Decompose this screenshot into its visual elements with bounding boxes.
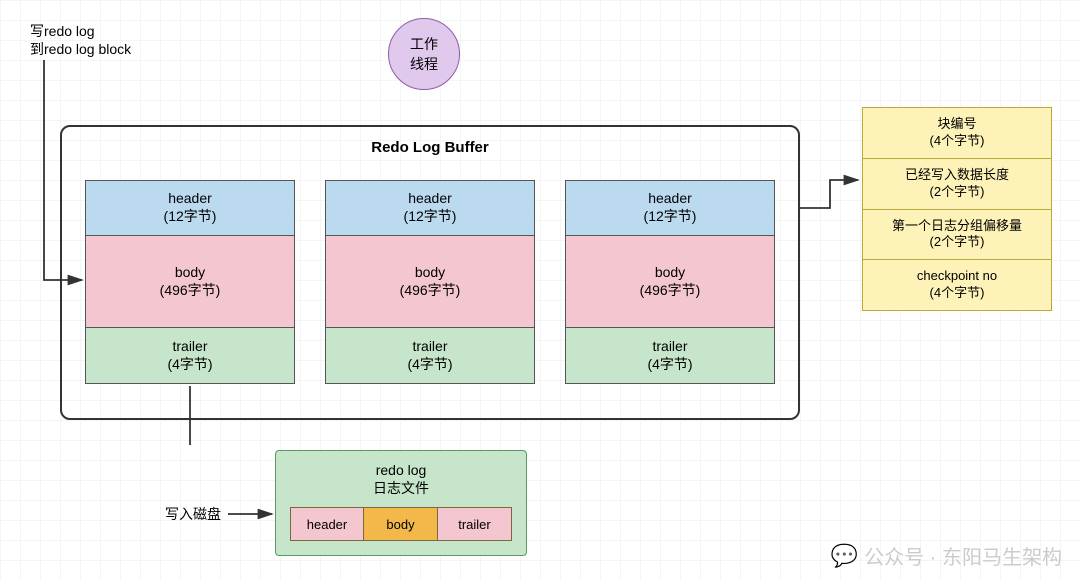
block2-header: header (12字节) [325, 180, 535, 236]
file-row: header body trailer [290, 507, 512, 541]
block1-body: body (496字节) [85, 236, 295, 328]
buffer-block-3: header (12字节) body (496字节) trailer (4字节) [565, 180, 775, 384]
block3-body: body (496字节) [565, 236, 775, 328]
buffer-block-1: header (12字节) body (496字节) trailer (4字节) [85, 180, 295, 384]
field-group-offset: 第一个日志分组偏移量 (2个字节) [862, 210, 1052, 261]
watermark: 💬 公众号 · 东阳马生架构 [831, 541, 1062, 570]
buffer-block-2: header (12字节) body (496字节) trailer (4字节) [325, 180, 535, 384]
worker-line2: 线程 [410, 54, 438, 74]
block2-trailer: trailer (4字节) [325, 328, 535, 384]
watermark-text: 公众号 · 东阳马生架构 [864, 541, 1062, 570]
block1-header-size: (12字节) [164, 206, 217, 226]
block3-trailer: trailer (4字节) [565, 328, 775, 384]
block1-body-label: body [175, 264, 205, 280]
block1-trailer-label: trailer [172, 338, 207, 354]
block1-trailer-size: (4字节) [167, 354, 212, 374]
block3-header: header (12字节) [565, 180, 775, 236]
worker-line1: 工作 [410, 34, 438, 54]
field-data-length: 已经写入数据长度 (2个字节) [862, 159, 1052, 210]
buffer-title: Redo Log Buffer [62, 139, 798, 156]
file-title: redo log 日志文件 [290, 461, 512, 497]
file-cell-trailer: trailer [438, 507, 512, 541]
worker-thread-node: 工作 线程 [388, 18, 460, 90]
note-write-line2: 到redo log block [30, 40, 131, 58]
block1-trailer: trailer (4字节) [85, 328, 295, 384]
field-block-no: 块编号 (4个字节) [862, 107, 1052, 159]
block1-body-size: (496字节) [160, 280, 221, 300]
header-fields-table: 块编号 (4个字节) 已经写入数据长度 (2个字节) 第一个日志分组偏移量 (2… [862, 107, 1052, 311]
file-cell-header: header [290, 507, 364, 541]
block1-header: header (12字节) [85, 180, 295, 236]
wechat-icon: 💬 [831, 543, 858, 569]
note-write-line1: 写redo log [30, 22, 131, 40]
file-cell-body: body [364, 507, 438, 541]
field-checkpoint-no: checkpoint no (4个字节) [862, 260, 1052, 311]
label-write-disk: 写入磁盘 [165, 505, 221, 523]
block2-body: body (496字节) [325, 236, 535, 328]
redo-log-file-box: redo log 日志文件 header body trailer [275, 450, 527, 556]
note-write-redo: 写redo log 到redo log block [30, 22, 131, 58]
block1-header-label: header [168, 190, 212, 206]
